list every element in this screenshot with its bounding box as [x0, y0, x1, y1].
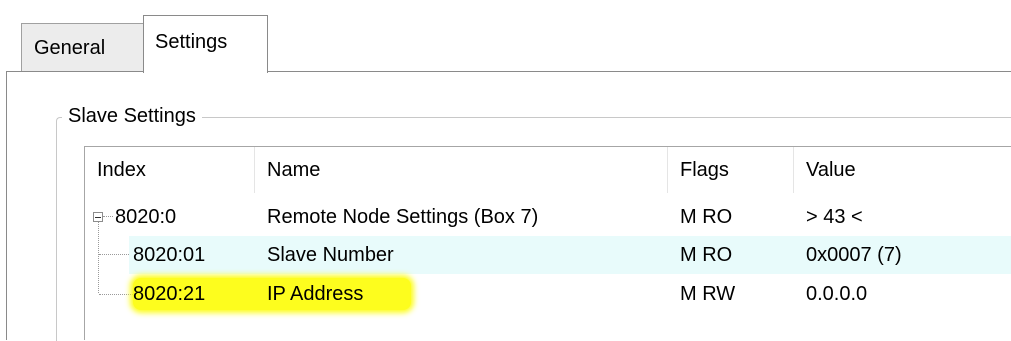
cell-index: 8020:21 — [133, 283, 206, 305]
collapse-icon[interactable] — [93, 212, 103, 222]
tab-settings-label: Settings — [155, 31, 228, 53]
column-header-flags[interactable]: Flags — [668, 147, 794, 193]
cell-value: > 43 < — [806, 206, 863, 228]
cell-flags: M RW — [680, 283, 736, 305]
tab-strip: General Settings — [0, 0, 1011, 73]
cell-index: 8020:0 — [115, 206, 177, 228]
cell-name: IP Address — [267, 283, 364, 305]
column-header-name[interactable]: Name — [255, 147, 668, 193]
list-header: Index Name Flags Value — [85, 147, 1011, 193]
cell-index: 8020:01 — [133, 244, 206, 266]
groupbox-title: Slave Settings — [62, 105, 202, 128]
tree-connector — [99, 294, 133, 295]
column-header-index[interactable]: Index — [85, 147, 255, 193]
tree-connector — [99, 254, 133, 255]
table-row[interactable]: 8020:01 Slave Number M RO 0x0007 (7) — [129, 236, 1011, 274]
tab-settings[interactable]: Settings — [143, 15, 268, 73]
cell-value: 0.0.0.0 — [806, 283, 868, 305]
tab-general[interactable]: General — [21, 23, 145, 73]
table-row[interactable]: 8020:21 IP Address M RW 0.0.0.0 — [129, 275, 1011, 313]
table-row[interactable]: 8020:0 Remote Node Settings (Box 7) M RO… — [85, 198, 1011, 236]
cell-name: Slave Number — [267, 244, 394, 266]
cell-flags: M RO — [680, 206, 733, 228]
cell-value: 0x0007 (7) — [806, 244, 902, 266]
tab-general-label: General — [34, 37, 106, 59]
cell-name: Remote Node Settings (Box 7) — [267, 206, 539, 228]
settings-list: Index Name Flags Value 8020:0 Remote Nod… — [84, 146, 1011, 340]
cell-flags: M RO — [680, 244, 733, 266]
column-header-value[interactable]: Value — [794, 147, 1011, 193]
